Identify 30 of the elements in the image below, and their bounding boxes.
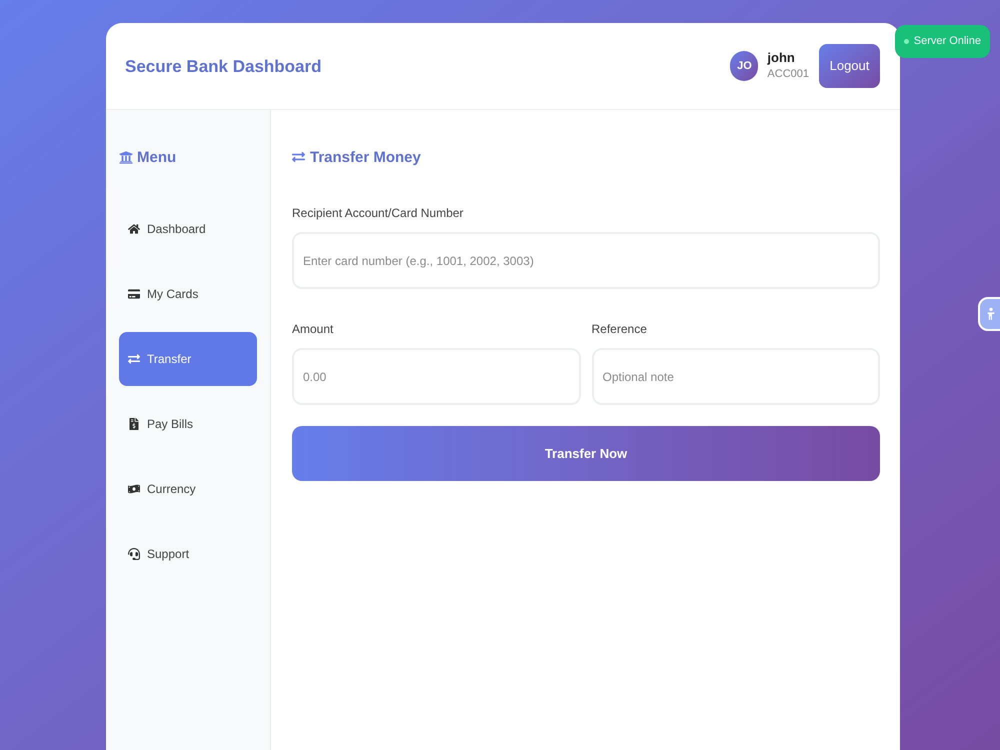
headset-icon [128,548,140,560]
sidebar-item[interactable]: My Cards [119,267,257,321]
person-icon [986,307,996,321]
sidebar-item[interactable]: Transfer [119,332,257,386]
field-label: Amount [292,321,334,337]
user-avatar: JO [730,51,758,81]
sidebar-item[interactable]: Dashboard [119,202,257,256]
logout-button[interactable]: Logout [819,44,880,88]
credit-card-icon [128,288,140,300]
reference-input[interactable]: Optional note [592,348,880,405]
amount-input[interactable]: 0.00 [292,348,580,405]
server-status-label: Server Online [914,34,981,50]
recipient-input[interactable]: Enter card number (e.g., 1001, 2002, 3003) [292,232,880,289]
section-title: Transfer Money [310,150,421,164]
bank-building-icon [119,150,133,164]
field-label: Reference [592,321,647,337]
banknote-icon [128,483,140,495]
sidebar-title: Menu [137,150,176,164]
field-label: Recipient Account/Card Number [292,205,464,221]
sidebar-item[interactable]: Support [119,527,257,581]
exchange-arrows-icon [292,150,305,164]
user-name: john [767,50,796,66]
transfer-button[interactable]: Transfer Now [292,426,880,481]
app-title: Secure Bank Dashboard [125,58,322,74]
house-icon [128,223,140,235]
sidebar-item[interactable]: Currency [119,462,257,516]
account-id: ACC001 [767,67,809,82]
exchange-arrows-icon [128,353,140,365]
sidebar-item[interactable]: Pay Bills [119,397,257,451]
invoice-icon [128,418,140,430]
